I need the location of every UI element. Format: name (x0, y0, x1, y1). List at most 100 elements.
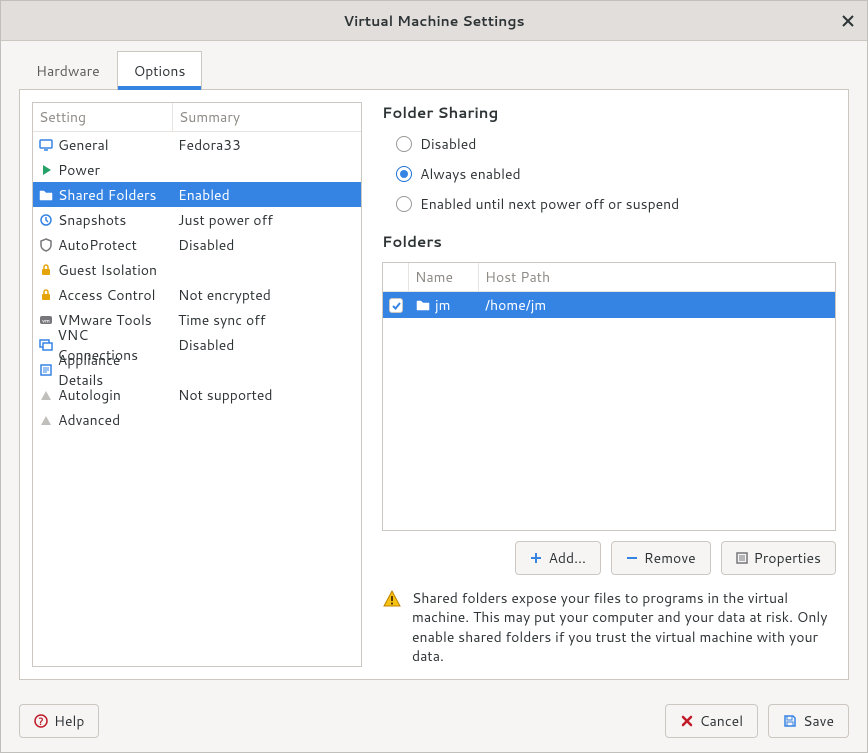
settings-row-power[interactable]: Power (33, 157, 361, 182)
radio-icon (396, 166, 412, 182)
properties-button[interactable]: Properties (721, 541, 836, 575)
cancel-icon (680, 714, 694, 728)
tab-options[interactable]: Options (117, 51, 203, 89)
folder-sharing-title: Folder Sharing (382, 102, 836, 123)
setting-label: Autologin (58, 385, 121, 405)
add-button[interactable]: Add... (515, 541, 600, 575)
warning-text: Shared folders expose your files to prog… (412, 589, 836, 667)
save-button[interactable]: Save (768, 704, 849, 738)
folders-header: Name Host Path (383, 263, 835, 292)
tabs-holder: Hardware Options Setting Summary General… (19, 51, 849, 680)
setting-label: AutoProtect (58, 235, 137, 255)
cancel-button[interactable]: Cancel (665, 704, 759, 738)
footer: ? Help Cancel Save (1, 694, 867, 752)
settings-list: Setting Summary GeneralFedora33PowerShar… (32, 102, 362, 667)
setting-summary: Not encrypted (173, 285, 361, 305)
remove-button[interactable]: Remove (611, 541, 711, 575)
save-label: Save (803, 711, 834, 731)
blank-icon (38, 412, 54, 428)
properties-icon (736, 552, 748, 564)
settings-body: General Fedora33 Power Shared Folders Enable… (33, 132, 361, 432)
col-setting-header: Setting (33, 103, 173, 131)
col-name-header: Name (409, 263, 479, 291)
settings-row-autologin[interactable]: Autologin Not supported (33, 382, 361, 407)
minus-icon (626, 552, 638, 564)
setting-summary: Disabled (173, 235, 361, 255)
detail-pane: Folder Sharing Disabled Always enabled E… (382, 102, 836, 667)
warning-icon (382, 589, 402, 614)
setting-label: Advanced (58, 410, 120, 430)
setting-summary: Time sync off (173, 310, 361, 330)
setting-label: Shared Folders (58, 185, 156, 205)
folders-title: Folders (382, 231, 836, 252)
window-title: Virtual Machine Settings (343, 11, 524, 31)
settings-row-access-control[interactable]: Access Control Not encrypted (33, 282, 361, 307)
play-icon (38, 162, 54, 178)
lock-icon (38, 287, 54, 303)
setting-summary: Not supported (173, 385, 361, 405)
folder-name: jm (435, 295, 450, 315)
radio-icon (396, 196, 412, 212)
setting-label: General (58, 135, 109, 155)
svg-text:?: ? (38, 715, 43, 728)
folder-icon (415, 297, 431, 313)
titlebar: Virtual Machine Settings (1, 1, 867, 41)
svg-text:vm: vm (42, 317, 50, 324)
folders-body: jm/home/jm (383, 292, 835, 318)
tab-bar: Hardware Options (19, 51, 849, 90)
settings-row-general[interactable]: General Fedora33 (33, 132, 361, 157)
folder-icon (38, 187, 54, 203)
warning: Shared folders expose your files to prog… (382, 589, 836, 667)
radio-until-off[interactable]: Enabled until next power off or suspend (382, 189, 836, 219)
lock-icon (38, 262, 54, 278)
folder-checkbox[interactable] (389, 298, 403, 313)
tab-hardware[interactable]: Hardware (19, 51, 117, 89)
snapshot-icon (38, 212, 54, 228)
folder-buttons: Add... Remove Properties (382, 541, 836, 575)
radio-always[interactable]: Always enabled (382, 159, 836, 189)
folders-table: Name Host Path jm/home/jm (382, 262, 836, 531)
help-button[interactable]: ? Help (19, 704, 99, 738)
radio-disabled[interactable]: Disabled (382, 129, 836, 159)
settings-row-guest-isolation[interactable]: Guest Isolation (33, 257, 361, 282)
shield-icon (38, 237, 54, 253)
setting-label: Guest Isolation (58, 260, 157, 280)
blank-icon (38, 387, 54, 403)
cancel-label: Cancel (700, 711, 744, 731)
appliance-icon (38, 362, 54, 378)
setting-label: Access Control (58, 285, 156, 305)
settings-header: Setting Summary (33, 103, 361, 132)
close-button[interactable] (839, 12, 857, 30)
monitor-icon (38, 137, 54, 153)
setting-summary: Fedora33 (173, 135, 361, 155)
help-icon: ? (34, 714, 48, 728)
setting-summary: Just power off (173, 210, 361, 230)
panel: Setting Summary GeneralFedora33PowerShar… (19, 90, 849, 680)
help-label: Help (54, 711, 84, 731)
footer-right: Cancel Save (665, 704, 849, 738)
setting-label: Power (58, 160, 100, 180)
remove-label: Remove (644, 548, 696, 568)
settings-row-shared-folders[interactable]: Shared Folders Enabled (33, 182, 361, 207)
plus-icon (530, 552, 542, 564)
radio-label: Disabled (420, 134, 476, 154)
settings-row-advanced[interactable]: Advanced (33, 407, 361, 432)
save-icon (783, 714, 797, 728)
radio-label: Enabled until next power off or suspend (420, 194, 679, 214)
radio-label: Always enabled (420, 164, 521, 184)
close-icon (842, 15, 854, 27)
add-label: Add... (548, 548, 585, 568)
setting-summary: Disabled (173, 335, 361, 355)
settings-window: Virtual Machine Settings Hardware Option… (0, 0, 868, 753)
settings-row-autoprotect[interactable]: AutoProtect Disabled (33, 232, 361, 257)
content-area: Hardware Options Setting Summary General… (1, 41, 867, 694)
settings-row-snapshots[interactable]: Snapshots Just power off (33, 207, 361, 232)
folder-path: /home/jm (479, 295, 835, 315)
folder-row[interactable]: jm/home/jm (383, 292, 835, 318)
setting-label: Appliance Details (58, 350, 168, 390)
setting-label: Snapshots (58, 210, 126, 230)
setting-summary: Enabled (173, 185, 361, 205)
properties-label: Properties (754, 548, 821, 568)
col-summary-header: Summary (173, 103, 361, 131)
settings-row-appliance-details[interactable]: Appliance Details (33, 357, 361, 382)
